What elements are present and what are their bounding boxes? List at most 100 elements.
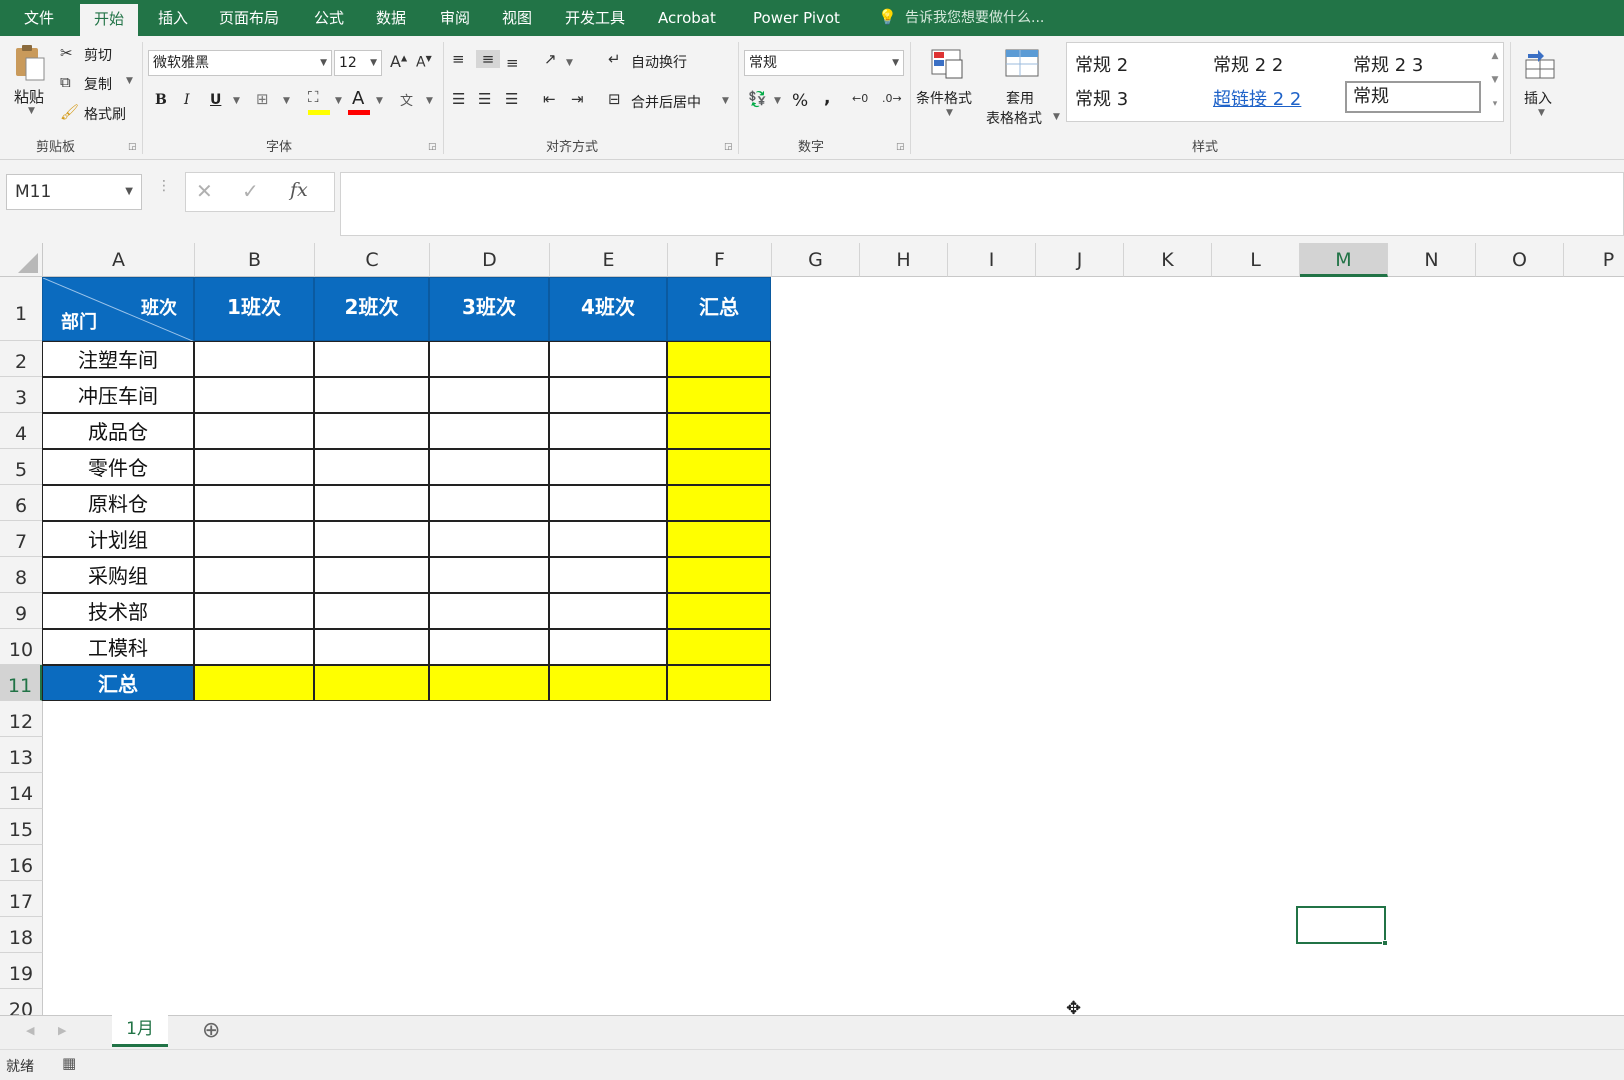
paste-button[interactable]: 粘贴 <box>14 86 44 107</box>
column-header-k[interactable]: K <box>1124 243 1212 277</box>
row-header-19[interactable]: 19 <box>0 953 43 989</box>
table-header-2[interactable]: 2班次 <box>314 277 429 341</box>
table-format-label-2[interactable]: 表格格式 <box>986 108 1042 128</box>
data-cell[interactable] <box>194 377 314 413</box>
data-cell[interactable] <box>549 521 667 557</box>
menu-tab-data[interactable]: 数据 <box>374 0 408 36</box>
table-format-label-1[interactable]: 套用 <box>1006 88 1034 108</box>
data-cell[interactable] <box>429 449 549 485</box>
column-header-f[interactable]: F <box>668 243 772 277</box>
style-hyperlink-2-2[interactable]: 超链接 2 2 <box>1213 85 1301 111</box>
menu-tab-acrobat[interactable]: Acrobat <box>656 0 718 36</box>
name-box[interactable]: M11 ▼ <box>6 174 142 210</box>
data-cell[interactable] <box>194 485 314 521</box>
data-cell[interactable] <box>429 341 549 377</box>
currency-icon[interactable]: 💱 <box>748 90 767 108</box>
add-sheet-icon[interactable]: ⊕ <box>202 1018 220 1043</box>
data-cell[interactable] <box>194 557 314 593</box>
data-cell[interactable] <box>314 413 429 449</box>
column-header-j[interactable]: J <box>1036 243 1124 277</box>
data-cell[interactable] <box>549 413 667 449</box>
data-cell[interactable] <box>429 521 549 557</box>
currency-dropdown-icon[interactable]: ▼ <box>774 96 781 106</box>
font-color-dropdown-icon[interactable]: ▼ <box>376 96 383 106</box>
increase-decimal-icon[interactable]: ←0 <box>852 92 868 105</box>
conditional-dropdown-icon[interactable]: ▼ <box>946 108 953 118</box>
data-cell[interactable] <box>314 377 429 413</box>
merge-center-button[interactable]: 合并后居中 <box>631 92 701 112</box>
align-left-icon[interactable]: ☰ <box>452 90 465 108</box>
column-header-c[interactable]: C <box>315 243 430 277</box>
total-row-label[interactable]: 汇总 <box>42 665 194 701</box>
menu-tab-insert[interactable]: 插入 <box>156 0 190 36</box>
row-header-12[interactable]: 12 <box>0 701 43 737</box>
department-cell[interactable]: 零件仓 <box>42 449 194 485</box>
column-header-e[interactable]: E <box>550 243 668 277</box>
column-header-p[interactable]: P <box>1564 243 1624 277</box>
menu-tab-file[interactable]: 文件 <box>22 0 56 36</box>
data-cell[interactable] <box>314 449 429 485</box>
align-top-icon[interactable]: ≡ <box>452 50 465 68</box>
data-cell[interactable] <box>314 557 429 593</box>
menu-tab-home[interactable]: 开始 <box>80 4 139 36</box>
underline-dropdown-icon[interactable]: ▼ <box>233 96 240 106</box>
insert-cells-button[interactable]: 插入 <box>1524 88 1552 108</box>
menu-tab-formulas[interactable]: 公式 <box>312 0 346 36</box>
row-header-13[interactable]: 13 <box>0 737 43 773</box>
orientation-dropdown-icon[interactable]: ▼ <box>566 58 573 68</box>
decrease-decimal-icon[interactable]: .0→ <box>882 92 902 105</box>
clipboard-launcher-icon[interactable]: ◲ <box>128 142 137 152</box>
total-cell[interactable] <box>667 341 771 377</box>
data-cell[interactable] <box>194 341 314 377</box>
data-cell[interactable] <box>429 413 549 449</box>
data-cell[interactable] <box>549 485 667 521</box>
menu-tab-review[interactable]: 审阅 <box>438 0 472 36</box>
style-normal-2[interactable]: 常规 2 <box>1075 51 1128 77</box>
data-cell[interactable] <box>314 485 429 521</box>
chevron-down-icon[interactable]: ▼ <box>125 175 133 209</box>
underline-button[interactable]: U <box>210 92 221 108</box>
insert-dropdown-icon[interactable]: ▼ <box>1538 108 1545 118</box>
data-cell[interactable] <box>314 629 429 665</box>
font-name-select[interactable]: 微软雅黑 ▼ <box>148 50 332 76</box>
column-header-b[interactable]: B <box>195 243 315 277</box>
table-format-dropdown-icon[interactable]: ▼ <box>1053 112 1060 122</box>
data-cell[interactable] <box>314 521 429 557</box>
row-header-9[interactable]: 9 <box>0 593 43 629</box>
total-cell[interactable] <box>667 485 771 521</box>
data-cell[interactable] <box>194 521 314 557</box>
tell-me-search[interactable]: 告诉我您想要做什么... <box>905 0 1044 36</box>
worksheet-grid[interactable]: ABCDEFGHIJKLMNOP 1 2 3 4 5 6 7 8 9 10 11 12 13 14 15 16… <box>0 243 1624 1015</box>
column-header-l[interactable]: L <box>1212 243 1300 277</box>
font-color-button[interactable]: A <box>352 88 364 109</box>
total-row-cell[interactable] <box>194 665 314 701</box>
cell-a1-diagonal-header[interactable]: 部门 班次 <box>42 277 195 342</box>
menu-tab-power-pivot[interactable]: Power Pivot <box>751 0 842 36</box>
fill-color-dropdown-icon[interactable]: ▼ <box>335 96 342 106</box>
font-launcher-icon[interactable]: ◲ <box>428 142 437 152</box>
align-center-icon[interactable]: ☰ <box>478 90 491 108</box>
menu-tab-developer[interactable]: 开发工具 <box>563 0 627 36</box>
total-row-cell[interactable] <box>314 665 429 701</box>
conditional-format-button[interactable]: 条件格式 <box>916 88 972 108</box>
row-header-16[interactable]: 16 <box>0 845 43 881</box>
data-cell[interactable] <box>549 629 667 665</box>
cancel-icon[interactable]: ✕ <box>196 179 213 203</box>
font-size-select[interactable]: 12 ▼ <box>334 50 382 76</box>
copy-button[interactable]: 复制 <box>84 74 112 94</box>
decrease-indent-icon[interactable]: ⇤ <box>543 90 556 108</box>
data-cell[interactable] <box>194 413 314 449</box>
department-cell[interactable]: 工模科 <box>42 629 194 665</box>
fill-handle[interactable] <box>1382 940 1388 946</box>
align-bottom-icon[interactable]: ≡ <box>506 54 519 72</box>
style-normal-3[interactable]: 常规 3 <box>1075 85 1128 111</box>
total-cell[interactable] <box>667 557 771 593</box>
phonetic-icon[interactable]: 文 <box>400 90 413 109</box>
orientation-icon[interactable]: ↗ <box>544 50 557 68</box>
data-cell[interactable] <box>314 593 429 629</box>
total-cell[interactable] <box>667 413 771 449</box>
department-cell[interactable]: 原料仓 <box>42 485 194 521</box>
data-cell[interactable] <box>194 593 314 629</box>
total-cell[interactable] <box>667 521 771 557</box>
column-header-m[interactable]: M <box>1300 243 1388 277</box>
